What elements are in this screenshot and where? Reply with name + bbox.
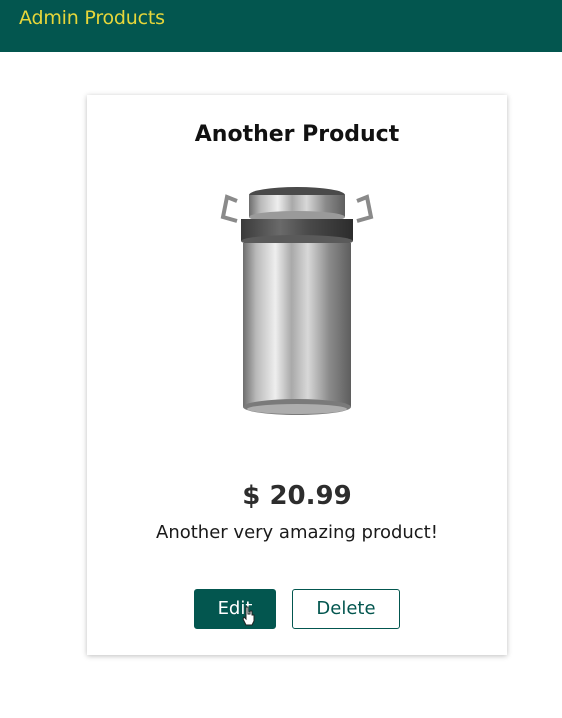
- card-actions: Edit Delete: [87, 589, 507, 631]
- product-price: $ 20.99: [242, 481, 352, 511]
- product-image: [217, 183, 377, 423]
- edit-button[interactable]: Edit: [194, 589, 276, 629]
- product-title: Another Product: [194, 122, 400, 147]
- nav-link-admin-products[interactable]: Admin Products: [19, 6, 165, 30]
- product-description: Another very amazing product!: [156, 522, 438, 543]
- top-nav-bar: Admin Products: [0, 0, 562, 52]
- delete-button[interactable]: Delete: [292, 589, 400, 629]
- product-card: Another Product $ 20.99 Another very ama…: [87, 95, 507, 655]
- milk-can-image: [220, 187, 374, 415]
